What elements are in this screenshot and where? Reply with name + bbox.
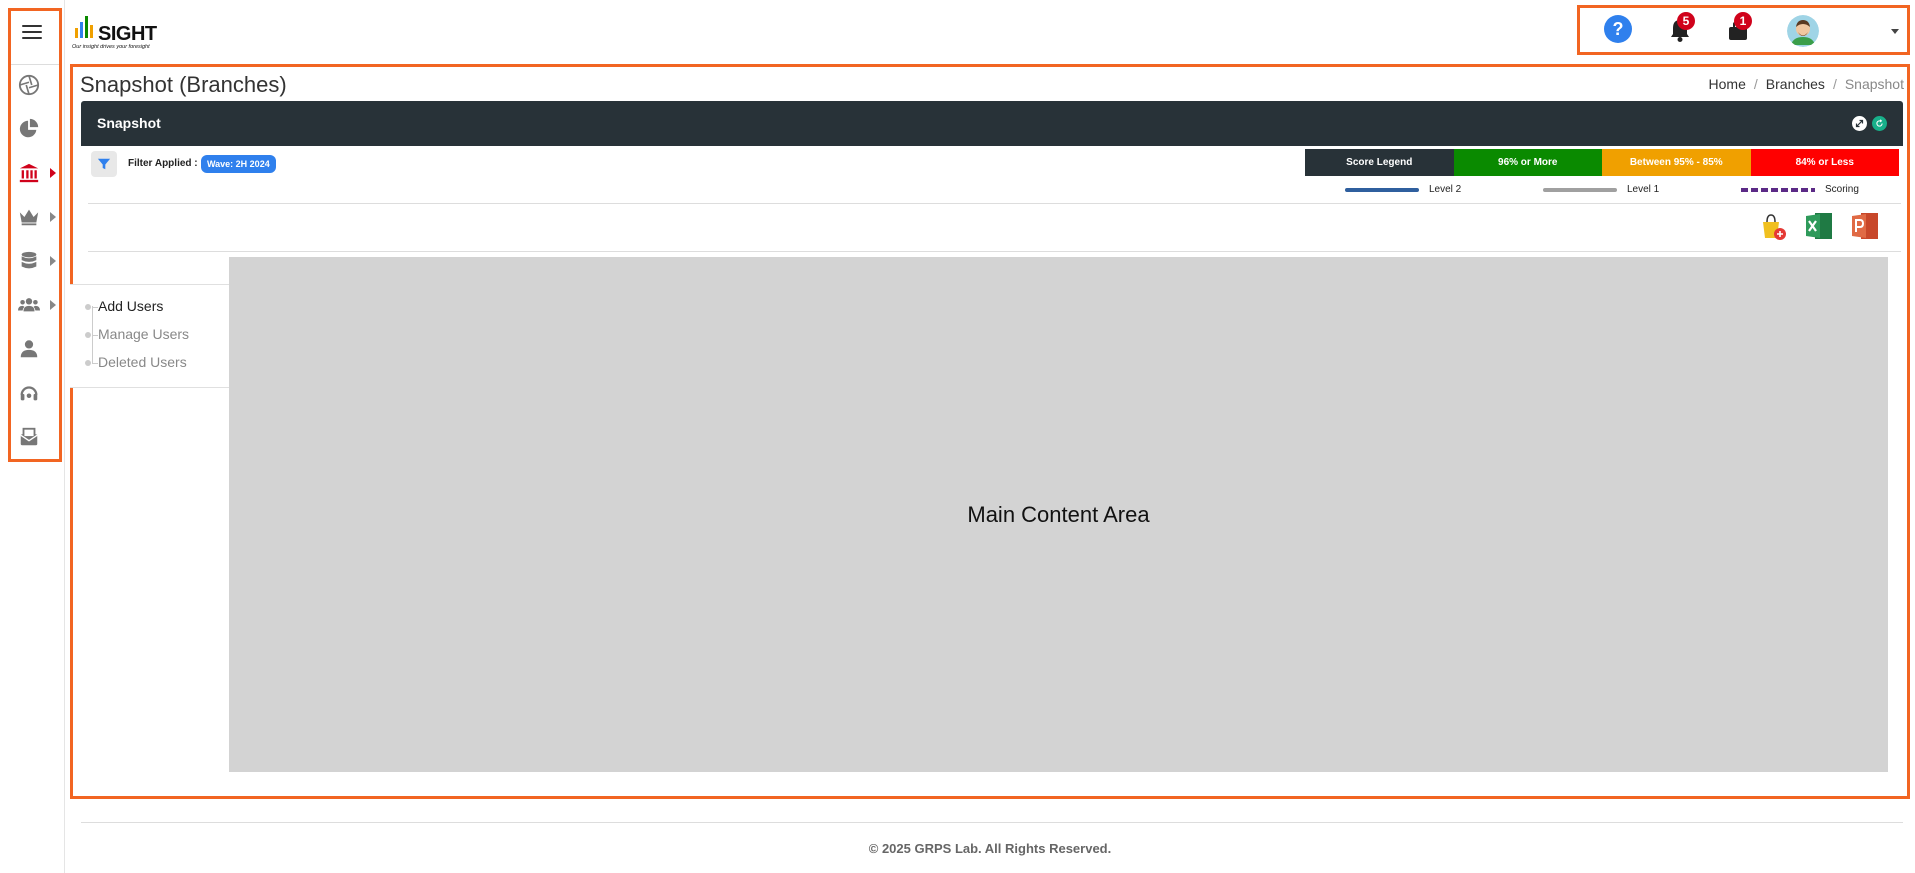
main-content-area: Main Content Area: [229, 257, 1888, 772]
bullet-icon: [85, 360, 91, 366]
card-title: Snapshot: [97, 115, 161, 131]
legend-line-scoring: Scoring: [1741, 184, 1859, 195]
legend-line-label: Level 1: [1627, 184, 1660, 195]
refresh-icon[interactable]: [1872, 116, 1887, 131]
excel-icon[interactable]: [1803, 210, 1835, 242]
submenu-add-users[interactable]: Add Users: [85, 298, 164, 314]
tree-stub: [92, 307, 98, 308]
messages-badge: 1: [1734, 12, 1752, 30]
filter-applied-label: Filter Applied :: [128, 158, 198, 169]
footer-divider: [81, 822, 1903, 823]
logo-word: SIGHT: [98, 23, 157, 45]
breadcrumb-home[interactable]: Home: [1709, 76, 1746, 92]
breadcrumb-branches[interactable]: Branches: [1766, 76, 1825, 92]
card-header: Snapshot: [81, 101, 1903, 146]
legend-mid: Between 95% - 85%: [1602, 149, 1751, 176]
refresh-arrow-icon: [1876, 119, 1883, 127]
tree-stub: [92, 335, 98, 336]
powerpoint-icon[interactable]: [1849, 210, 1881, 242]
page-title: Snapshot (Branches): [80, 72, 287, 97]
arrows-diagonal-icon: [1855, 119, 1864, 128]
legend-swatch: [1345, 187, 1419, 192]
filter-chip-wave[interactable]: Wave: 2H 2024: [201, 155, 276, 173]
legend-swatch: [1543, 187, 1617, 192]
avatar[interactable]: [1787, 15, 1819, 47]
submenu-label: Manage Users: [98, 326, 190, 342]
legend-title: Score Legend: [1305, 149, 1454, 176]
breadcrumb-separator: /: [1753, 76, 1758, 92]
content-placeholder-label: Main Content Area: [967, 501, 1150, 527]
breadcrumb: Home / Branches / Snapshot: [1709, 76, 1904, 92]
footer-copyright: © 2025 GRPS Lab. All Rights Reserved.: [868, 841, 1112, 856]
legend-line-level2: Level 2: [1345, 184, 1461, 195]
score-legend: Score Legend 96% or More Between 95% - 8…: [1305, 149, 1899, 176]
filter-icon: [97, 158, 111, 170]
add-to-bag-icon[interactable]: [1757, 210, 1789, 242]
filter-button[interactable]: [91, 151, 117, 177]
legend-swatch: [1741, 187, 1815, 192]
submenu-label: Add Users: [98, 298, 164, 314]
legend-line-level1: Level 1: [1543, 184, 1659, 195]
bullet-icon: [85, 304, 91, 310]
breadcrumb-current: Snapshot: [1844, 76, 1904, 92]
logo-tagline: Our insight drives your foresight: [72, 44, 150, 50]
divider: [88, 251, 1901, 252]
notifications-badge: 5: [1677, 12, 1695, 30]
submenu-deleted-users[interactable]: Deleted Users: [85, 354, 187, 370]
legend-low: 84% or Less: [1750, 149, 1899, 176]
sidebar-highlight: [8, 8, 62, 462]
breadcrumb-separator: /: [1832, 76, 1837, 92]
expand-icon[interactable]: [1852, 116, 1867, 131]
help-icon[interactable]: ?: [1604, 15, 1632, 43]
divider: [88, 203, 1901, 204]
user-avatar-icon: [1787, 15, 1819, 47]
legend-line-label: Scoring: [1825, 184, 1859, 195]
legend-line-label: Level 2: [1429, 184, 1462, 195]
legend-high: 96% or More: [1453, 149, 1602, 176]
logo-bars-icon: [75, 16, 93, 38]
app-logo[interactable]: SIGHT Our insight drives your foresight: [72, 10, 162, 52]
user-menu-caret-icon[interactable]: [1891, 29, 1899, 34]
submenu-label: Deleted Users: [98, 354, 187, 370]
bullet-icon: [85, 332, 91, 338]
tree-stub: [92, 363, 98, 364]
submenu-manage-users[interactable]: Manage Users: [85, 326, 190, 342]
